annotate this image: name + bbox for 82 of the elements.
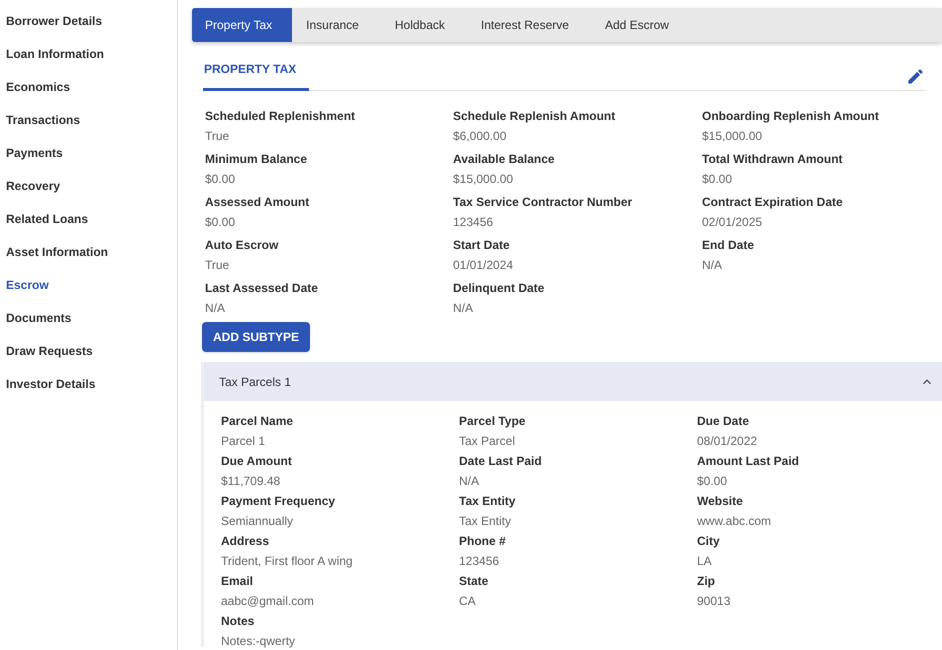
field-value: N/A <box>459 473 480 489</box>
field-label: Scheduled Replenishment <box>205 108 356 124</box>
field-label: Tax Service Contractor Number <box>453 194 634 210</box>
field-value: CA <box>459 593 477 609</box>
field-value: $11,709.48 <box>221 473 282 489</box>
field-value: True <box>205 257 230 273</box>
field-label: Contract Expiration Date <box>702 194 844 210</box>
field-value: Notes:-qwerty <box>221 633 296 649</box>
field-value: $0.00 <box>205 171 236 187</box>
field-value: LA <box>697 553 713 569</box>
sidebar-item[interactable]: Escrow <box>6 277 177 293</box>
field-label: Parcel Name <box>221 413 294 429</box>
field-label: Notes <box>221 613 256 629</box>
field-label: Onboarding Replenish Amount <box>702 108 880 124</box>
field-label: Available Balance <box>453 151 556 167</box>
field-label: Address <box>221 533 270 549</box>
sidebar-item[interactable]: Borrower Details <box>6 13 177 29</box>
sidebar-item[interactable]: Payments <box>6 145 177 161</box>
field-value: $15,000.00 <box>453 171 514 187</box>
sidebar-item[interactable]: Draw Requests <box>6 343 177 359</box>
add-subtype-button[interactable]: ADD SUBTYPE <box>202 322 310 352</box>
field-label: Minimum Balance <box>205 151 308 167</box>
field-label: Last Assessed Date <box>205 280 319 296</box>
field-label: End Date <box>702 237 756 253</box>
field-value: True <box>205 128 230 144</box>
accordion-title: Tax Parcels 1 <box>219 374 292 390</box>
field-value: N/A <box>702 257 724 273</box>
field-label: Phone # <box>459 533 507 549</box>
sidebar-item[interactable]: Transactions <box>6 112 177 128</box>
accordion-header[interactable]: Tax Parcels 1 <box>204 362 942 401</box>
field-label: Total Withdrawn Amount <box>702 151 844 167</box>
field-label: Zip <box>697 573 716 589</box>
field-label: Parcel Type <box>459 413 526 429</box>
field-value: Semiannually <box>221 513 294 529</box>
field-label: City <box>697 533 721 549</box>
field-label: Amount Last Paid <box>697 453 800 469</box>
field-value: 01/01/2024 <box>453 257 514 273</box>
section-tab[interactable]: PROPERTY TAX <box>203 60 309 91</box>
field-label: Tax Entity <box>459 493 516 509</box>
field-value: N/A <box>453 300 474 316</box>
field-value: www.abc.com <box>697 513 772 529</box>
field-value: 02/01/2025 <box>702 214 764 230</box>
field-label: Delinquent Date <box>453 280 546 296</box>
tab[interactable]: Property Tax <box>192 8 290 42</box>
field-value: $6,000.00 <box>453 128 508 144</box>
field-label: State <box>459 573 490 589</box>
field-label: Payment Frequency <box>221 493 336 509</box>
field-label: Due Date <box>697 413 750 429</box>
field-value: $15,000.00 <box>702 128 764 144</box>
field-label: Website <box>697 493 744 509</box>
field-value: 90013 <box>697 593 732 609</box>
sidebar-item[interactable]: Investor Details <box>6 376 177 392</box>
field-value: Parcel 1 <box>221 433 266 449</box>
field-value: Tax Parcel <box>459 433 516 449</box>
field-label: Auto Escrow <box>205 237 280 253</box>
sidebar-item[interactable]: Related Loans <box>6 211 177 227</box>
field-label: Email <box>221 573 254 589</box>
field-value: Tax Entity <box>459 513 512 529</box>
field-value: $0.00 <box>702 171 734 187</box>
sidebar-item[interactable]: Loan Information <box>6 46 177 62</box>
sidebar-item[interactable]: Recovery <box>6 178 177 194</box>
field-label: Due Amount <box>221 453 293 469</box>
field-value: 123456 <box>459 553 500 569</box>
sidebar-item[interactable]: Documents <box>6 310 177 326</box>
field-value: aabc@gmail.com <box>221 593 315 609</box>
field-value: $0.00 <box>205 214 236 230</box>
sidebar-item[interactable]: Economics <box>6 79 177 95</box>
field-label: Start Date <box>453 237 511 253</box>
field-value: Trident, First floor A wing <box>221 553 354 569</box>
field-label: Assessed Amount <box>205 194 310 210</box>
field-label: Date Last Paid <box>459 453 543 469</box>
tab[interactable]: Holdback <box>380 8 459 42</box>
field-value: $0.00 <box>697 473 728 489</box>
field-value: 08/01/2022 <box>697 433 758 449</box>
field-label: Schedule Replenish Amount <box>453 108 616 124</box>
field-value: 123456 <box>453 214 494 230</box>
field-value: N/A <box>205 300 226 316</box>
tab[interactable]: Add Escrow <box>590 8 683 42</box>
tab[interactable]: Insurance <box>292 8 373 42</box>
tab[interactable]: Interest Reserve <box>466 8 583 42</box>
sidebar-item[interactable]: Asset Information <box>6 244 177 260</box>
edit-icon[interactable] <box>906 67 925 86</box>
